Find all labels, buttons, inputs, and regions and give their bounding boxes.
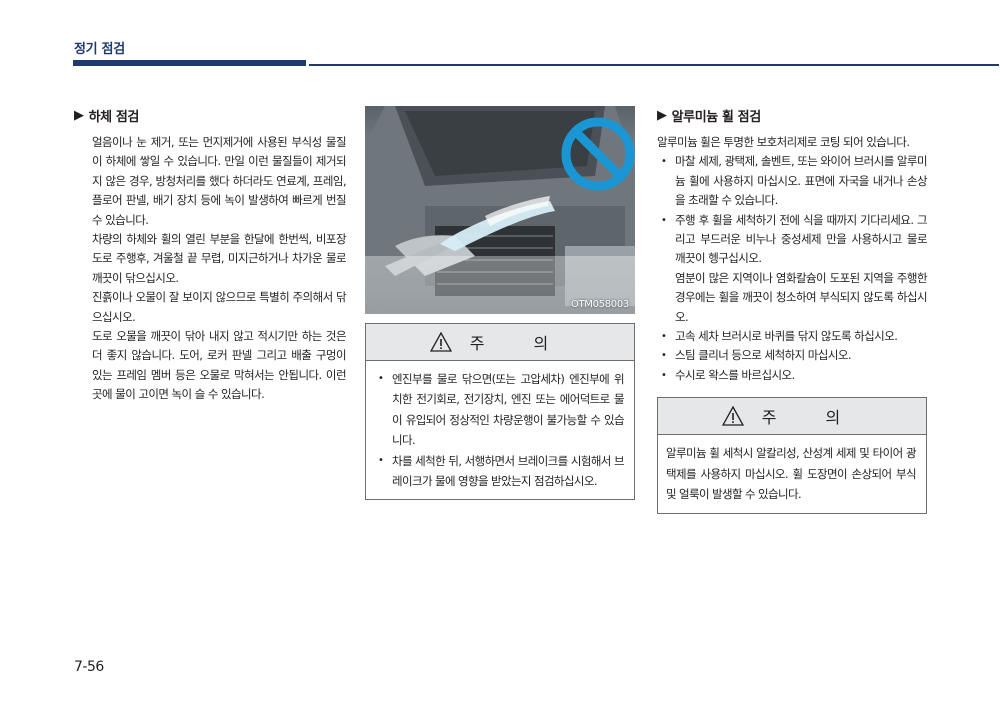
warning-triangle-icon [721, 406, 744, 426]
underbody-heading-text: 하체 점검 [88, 110, 140, 125]
engine-wash-photo: OTM058003 [365, 106, 635, 314]
underbody-paragraph: 도로 오물을 깨끗이 닦아 내지 않고 적시기만 하는 것은 더 좋지 않습니다… [92, 329, 347, 402]
alloy-wheel-heading-text: 알루미늄 휠 점검 [671, 110, 762, 125]
alloy-wheel-heading: ▶ 알루미늄 휠 점검 [657, 106, 927, 125]
alloy-wheel-item-text: 주행 후 휠을 세척하기 전에 식을 때까지 기다리세요. 그리고 부드러운 비… [675, 212, 928, 266]
alloy-wheel-item: 스팀 클리너 등으로 세척하지 마십시오. [657, 346, 927, 366]
triangle-bullet-icon: ▶ [657, 108, 667, 123]
underbody-paragraph: 얼음이나 눈 제거, 또는 먼지제거에 사용된 부식성 물질이 하체에 쌓일 수… [92, 135, 347, 227]
caution-header: 주 의 [366, 324, 634, 361]
caution-header: 주 의 [658, 398, 926, 436]
caution-label: 주 의 [469, 334, 571, 353]
photo-code: OTM058003 [570, 299, 629, 310]
right-column: ▶ 알루미늄 휠 점검 알루미늄 휠은 투명한 보호처리제로 코팅 되어 있습니… [657, 106, 928, 514]
alloy-wheel-item-2: 주행 후 휠을 세척하기 전에 식을 때까지 기다리세요. 그리고 부드러운 비… [657, 211, 928, 327]
section-header-title: 정기 점검 [74, 42, 125, 57]
alloy-wheel-intro: 알루미늄 휠은 투명한 보호처리제로 코팅 되어 있습니다. [657, 135, 910, 149]
caution-label: 주 의 [761, 408, 863, 428]
caution-item: 차를 세척한 뒤, 서행하면서 브레이크를 시험해서 브레이크가 물에 영향을 … [374, 451, 625, 492]
triangle-bullet-icon: ▶ [74, 108, 84, 123]
caution-body: 엔진부를 물로 닦으면(또는 고압세차) 엔진부에 위치한 전기회로, 전기장치… [366, 361, 634, 499]
caution-body: 알루미늄 휠 세척시 알칼리성, 산성계 세제 및 타이어 광택제를 사용하지 … [658, 435, 926, 512]
caution-box-wheel: 주 의 알루미늄 휠 세척시 알칼리성, 산성계 세제 및 타이어 광택제를 사… [657, 397, 927, 514]
alloy-wheel-item-extra: 염분이 많은 지역이나 염화칼슘이 도포된 지역을 주행한 경우에는 휠을 깨끗… [675, 270, 928, 324]
left-column: ▶ 하체 점검 얼음이나 눈 제거, 또는 먼지제거에 사용된 부식성 물질이 … [74, 106, 347, 405]
caution-text: 알루미늄 휠 세척시 알칼리성, 산성계 세제 및 타이어 광택제를 사용하지 … [666, 446, 917, 502]
page-number: 7-56 [74, 659, 104, 675]
alloy-wheel-item: 수시로 왁스를 바르십시오. [657, 366, 927, 386]
header-rule-thin [309, 64, 999, 66]
underbody-paragraph: 진흙이나 오물이 잘 보이지 않으므로 특별히 주의해서 닦으십시오. [92, 290, 347, 324]
header-rule-thick [73, 60, 306, 66]
caution-box-engine: 주 의 엔진부를 물로 닦으면(또는 고압세차) 엔진부에 위치한 전기회로, … [365, 323, 635, 501]
caution-item: 엔진부를 물로 닦으면(또는 고압세차) 엔진부에 위치한 전기회로, 전기장치… [374, 369, 625, 451]
warning-triangle-icon [429, 332, 452, 352]
underbody-paragraph: 차량의 하체와 휠의 열린 부분을 한달에 한번씩, 비포장 도로 주행후, 겨… [92, 232, 347, 285]
middle-column: OTM058003 주 의 엔진부를 물로 닦으면(또는 고압세차) 엔진부에 … [365, 106, 635, 501]
underbody-body: 얼음이나 눈 제거, 또는 먼지제거에 사용된 부식성 물질이 하체에 쌓일 수… [74, 133, 347, 405]
alloy-wheel-body: 알루미늄 휠은 투명한 보호처리제로 코팅 되어 있습니다. 마찰 세제, 광택… [657, 133, 928, 386]
underbody-heading: ▶ 하체 점검 [74, 106, 346, 125]
engine-wash-illustration [365, 106, 635, 314]
alloy-wheel-item: 고속 세차 브러시로 바퀴를 닦지 않도록 하십시오. [657, 327, 927, 347]
alloy-wheel-item: 마찰 세제, 광택제, 솔벤트, 또는 와이어 브러시를 알루미늄 휠에 사용하… [657, 152, 928, 210]
